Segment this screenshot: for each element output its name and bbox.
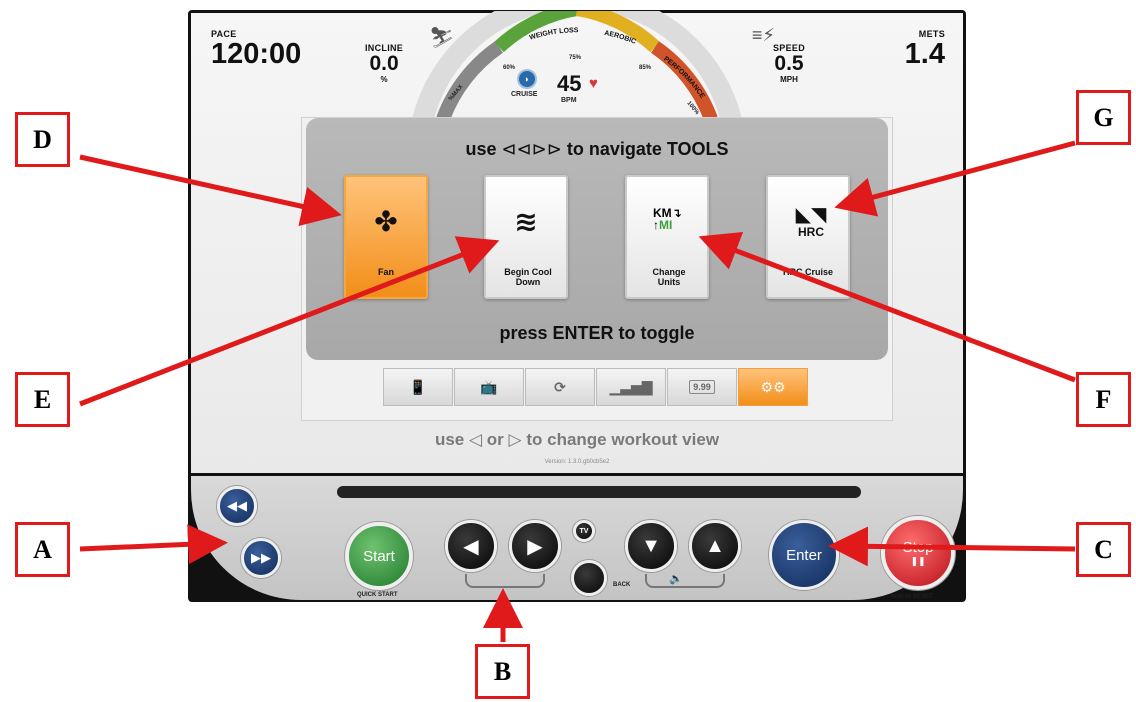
- speed-value: 0.5: [774, 52, 804, 75]
- back-label: BACK: [613, 582, 631, 588]
- pause-icon: ❚❚: [910, 556, 926, 566]
- left-button[interactable]: ◀: [445, 520, 497, 572]
- tool-cool-down[interactable]: ≋ Begin Cool Down: [484, 175, 568, 299]
- enter-label: Enter: [786, 546, 822, 564]
- display-screen: PACE 120:00 INCLINE 0.0 % ⛷ ≡⚡ SPEED 0.5…: [191, 11, 963, 473]
- pace-value: 120:00: [211, 38, 302, 70]
- stop-label: Stop: [902, 539, 934, 556]
- tab-tools[interactable]: ⚙⚙: [738, 368, 808, 406]
- mets-stat: METS 1.4: [905, 29, 945, 69]
- tab-phone[interactable]: 📱: [383, 368, 453, 406]
- tv-label: TV: [579, 527, 589, 535]
- toggle-hint: press ENTER to toggle: [499, 323, 695, 343]
- cruise-label: CRUISE: [511, 91, 538, 98]
- tab-tv[interactable]: 📺: [454, 368, 524, 406]
- start-label: Start: [363, 547, 395, 565]
- heart-icon: ♥: [589, 75, 598, 92]
- tool-fan[interactable]: ✤ Fan: [344, 175, 428, 299]
- start-button[interactable]: Start: [345, 522, 413, 590]
- stop-button[interactable]: Stop ❚❚: [881, 516, 955, 590]
- left-arrow-icon: ◁: [468, 430, 483, 449]
- workout-view-tabs: 📱 📺 ⟳ ▁▃▅▇ 9.99 ⚙⚙: [383, 368, 811, 406]
- button-deck: ◀◀ ▶▶ Start QUICK START ◀ ▶ TV BACK ▼ ▲ …: [191, 476, 963, 600]
- rewind-forward-icon: ⊲⊲⊳⊳: [501, 139, 562, 159]
- tools-nav-title: use ⊲⊲⊳⊳ to navigate TOOLS: [306, 139, 888, 160]
- callout-e: E: [15, 372, 70, 427]
- view-hint: use ◁ or ▷ to change workout view: [191, 430, 963, 450]
- tv-icon: 📺: [480, 378, 498, 395]
- loop-icon: ⟳: [554, 378, 566, 395]
- pace-stat: PACE 120:00: [211, 29, 301, 69]
- tab-bars[interactable]: ▁▃▅▇: [596, 368, 666, 406]
- bpm-value: 45: [557, 71, 582, 96]
- down-button[interactable]: ▼: [625, 520, 677, 572]
- speed-stat: SPEED 0.5 MPH: [773, 43, 805, 84]
- nav-bracket-right: [645, 574, 725, 588]
- tool-change-units[interactable]: KM↴ ↑MI Change Units: [625, 175, 709, 299]
- tab-display[interactable]: 9.99: [667, 368, 737, 406]
- enter-button[interactable]: Enter: [769, 520, 839, 590]
- tools-panel: use ⊲⊲⊳⊳ to navigate TOOLS ✤ Fan ≋ Begin…: [306, 118, 888, 360]
- zone-label-weight-loss: WEIGHT LOSS: [529, 27, 579, 41]
- speed-unit: MPH: [780, 75, 798, 84]
- heart-rate-gauge: WEIGHT LOSS AEROBIC PERFORMANCE %MAX 60%…: [391, 11, 763, 121]
- tool-hrc-cruise-label: HRC Cruise: [782, 267, 833, 277]
- nav-suffix: to navigate TOOLS: [566, 139, 729, 159]
- callout-d: D: [15, 112, 70, 167]
- right-button[interactable]: ▶: [509, 520, 561, 572]
- view-hint-suffix: to change workout view: [526, 430, 720, 449]
- annotated-screenshot: PACE 120:00 INCLINE 0.0 % ⛷ ≡⚡ SPEED 0.5…: [0, 0, 1136, 702]
- callout-a: A: [15, 522, 70, 577]
- mets-value: 1.4: [904, 38, 945, 70]
- gears-icon: ⚙⚙: [760, 378, 786, 395]
- treadmill-console: PACE 120:00 INCLINE 0.0 % ⛷ ≡⚡ SPEED 0.5…: [188, 10, 966, 602]
- tick-85: 85%: [639, 65, 652, 71]
- up-button[interactable]: ▲: [689, 520, 741, 572]
- tick-75: 75%: [569, 55, 582, 61]
- tick-60: 60%: [503, 65, 516, 71]
- back-button[interactable]: [571, 560, 607, 596]
- bars-icon: ▁▃▅▇: [609, 378, 653, 395]
- units-icon: KM↴ ↑MI: [653, 206, 682, 232]
- hrc-icon: ◣◥ HRC: [795, 204, 827, 239]
- callout-c: C: [1076, 522, 1131, 577]
- units-mi: MI: [659, 218, 673, 232]
- tool-change-units-label: Change Units: [652, 267, 686, 287]
- nav-prefix: use: [465, 139, 497, 159]
- tool-fan-label: Fan: [377, 267, 394, 277]
- tool-hrc-cruise[interactable]: ◣◥ HRC HRC Cruise: [766, 175, 850, 299]
- tab-loop[interactable]: ⟳: [525, 368, 595, 406]
- fan-icon: ✤: [374, 206, 398, 237]
- tv-button[interactable]: TV: [573, 520, 595, 542]
- fast-forward-button[interactable]: ▶▶: [241, 538, 281, 578]
- callout-b: B: [475, 644, 530, 699]
- hold-reset-label: hold to RESET: [891, 594, 933, 600]
- hrc-icon-text: HRC: [798, 225, 824, 239]
- view-hint-middle: or: [486, 430, 504, 449]
- quick-start-label: QUICK START: [357, 592, 398, 598]
- callout-f: F: [1076, 372, 1131, 427]
- display-icon: 9.99: [689, 380, 715, 394]
- tool-cool-down-label: Begin Cool Down: [504, 267, 552, 287]
- cruise-icon: ◗: [517, 69, 537, 89]
- svg-text:WEIGHT LOSS: WEIGHT LOSS: [529, 27, 579, 41]
- rewind-button[interactable]: ◀◀: [217, 486, 257, 526]
- cool-down-icon: ≋: [514, 206, 538, 237]
- phone-icon: 📱: [409, 378, 427, 395]
- right-arrow-icon: ▷: [508, 430, 522, 449]
- callout-g: G: [1076, 90, 1131, 145]
- bpm-label: BPM: [561, 97, 577, 104]
- speaker-grille: [337, 486, 861, 498]
- nav-bracket-left: [465, 574, 545, 588]
- gauge-center: ◗ CRUISE 45 ♥ BPM: [511, 69, 637, 119]
- version-text: Version: 1.3.0.gb0cb5e2: [544, 459, 610, 465]
- view-hint-prefix: use: [434, 430, 465, 449]
